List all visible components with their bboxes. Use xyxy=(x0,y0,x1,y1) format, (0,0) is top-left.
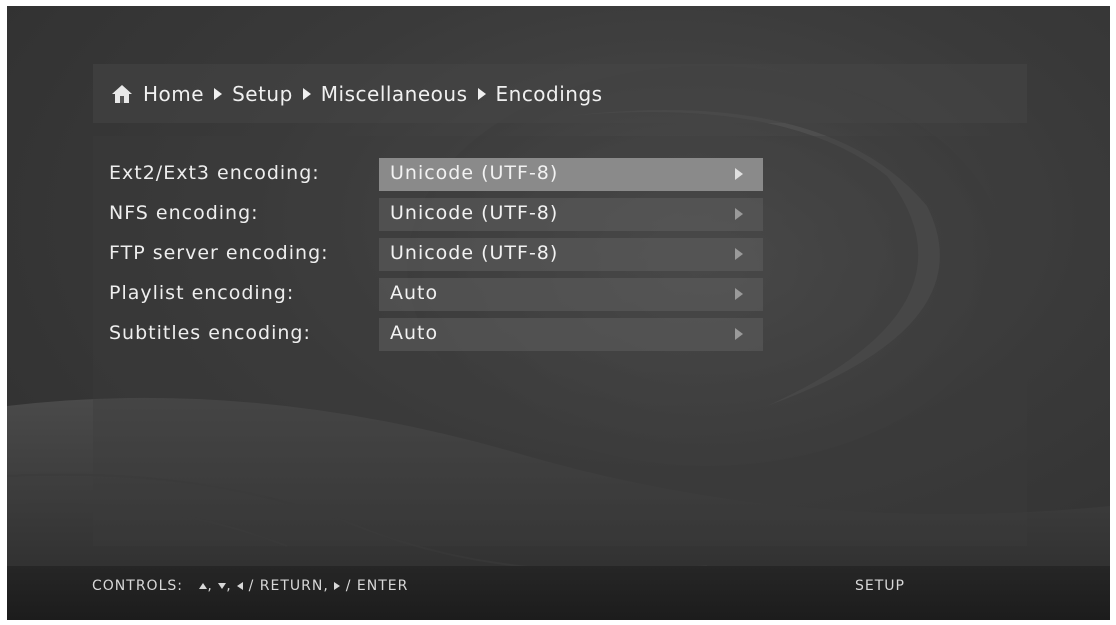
setting-label: Subtitles encoding: xyxy=(109,322,311,344)
setting-row-ext2-ext3[interactable]: Ext2/Ext3 encoding: Unicode (UTF-8) xyxy=(93,158,1027,192)
setting-value-selector[interactable]: Unicode (UTF-8) xyxy=(379,158,763,191)
return-label: / RETURN, xyxy=(248,578,329,594)
setting-row-playlist[interactable]: Playlist encoding: Auto xyxy=(93,278,1027,312)
controls-hint: CONTROLS: , , / RETURN, / ENTER xyxy=(92,578,409,594)
section-name: SETUP xyxy=(855,578,905,594)
setting-value-selector[interactable]: Auto xyxy=(379,318,763,351)
breadcrumb-setup: Setup xyxy=(232,81,293,106)
setting-row-nfs[interactable]: NFS encoding: Unicode (UTF-8) xyxy=(93,198,1027,232)
setting-value-selector[interactable]: Unicode (UTF-8) xyxy=(379,198,763,231)
setting-label: Playlist encoding: xyxy=(109,282,295,304)
controls-prefix: CONTROLS: xyxy=(92,578,183,594)
arrow-right-icon[interactable] xyxy=(735,288,743,300)
arrow-right-icon xyxy=(334,582,341,590)
setting-value: Auto xyxy=(390,322,439,344)
chevron-right-icon xyxy=(477,87,486,100)
home-icon xyxy=(112,84,132,103)
arrow-right-icon[interactable] xyxy=(735,168,743,180)
screen: Home Setup Miscellaneous Encodings Ext2/… xyxy=(7,6,1110,620)
arrow-up-icon xyxy=(199,583,208,589)
setting-value-selector[interactable]: Unicode (UTF-8) xyxy=(379,238,763,271)
setting-value: Unicode (UTF-8) xyxy=(390,202,559,224)
arrow-left-icon xyxy=(237,582,244,590)
breadcrumb: Home Setup Miscellaneous Encodings xyxy=(93,64,1027,123)
breadcrumb-encodings: Encodings xyxy=(495,81,603,106)
breadcrumb-home: Home xyxy=(143,81,205,106)
setting-value: Auto xyxy=(390,282,439,304)
setting-label: Ext2/Ext3 encoding: xyxy=(109,162,320,184)
setting-label: NFS encoding: xyxy=(109,202,259,224)
setting-value-selector[interactable]: Auto xyxy=(379,278,763,311)
setting-row-ftp-server[interactable]: FTP server encoding: Unicode (UTF-8) xyxy=(93,238,1027,272)
breadcrumb-miscellaneous: Miscellaneous xyxy=(320,81,468,106)
setting-label: FTP server encoding: xyxy=(109,242,329,264)
setting-value: Unicode (UTF-8) xyxy=(390,242,559,264)
enter-label: / ENTER xyxy=(345,578,409,594)
arrow-right-icon[interactable] xyxy=(735,248,743,260)
controls-footer: CONTROLS: , , / RETURN, / ENTER SETUP xyxy=(7,566,1110,620)
arrow-right-icon[interactable] xyxy=(735,208,743,220)
setting-value: Unicode (UTF-8) xyxy=(390,162,559,184)
arrow-right-icon[interactable] xyxy=(735,328,743,340)
chevron-right-icon xyxy=(214,87,223,100)
settings-panel: Ext2/Ext3 encoding: Unicode (UTF-8) NFS … xyxy=(93,136,1027,546)
setting-row-subtitles[interactable]: Subtitles encoding: Auto xyxy=(93,318,1027,352)
chevron-right-icon xyxy=(302,87,311,100)
arrow-down-icon xyxy=(218,583,227,589)
